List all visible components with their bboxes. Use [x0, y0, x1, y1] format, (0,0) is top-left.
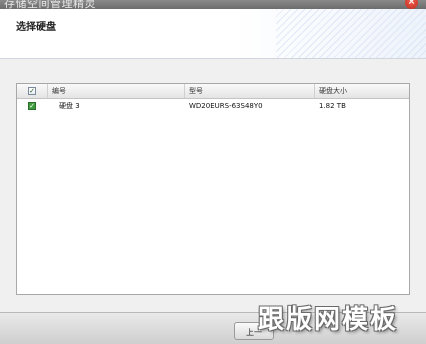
select-all-checkbox[interactable]: ✓: [28, 87, 36, 95]
disk-size: 1.82 TB: [319, 102, 346, 110]
disk-model: WD20EURS-63S48Y0: [189, 102, 263, 110]
table-header: ✓ 编号 型号 硬盘大小: [17, 84, 409, 99]
table-row[interactable]: ✓ 硬盘 3 WD20EURS-63S48Y0 1.82 TB: [17, 99, 409, 113]
disk-id: 硬盘 3: [59, 102, 80, 110]
row-checkbox[interactable]: ✓: [28, 102, 36, 110]
window-titlebar: 存储空间管理精灵 ×: [0, 0, 426, 9]
wizard-body: ✓ 编号 型号 硬盘大小 ✓ 硬盘 3 WD20EURS-63S48Y0 1.8…: [0, 59, 426, 312]
wizard-header: 选择硬盘: [0, 9, 426, 59]
watermark-logo: 跟版网模板: [258, 305, 399, 335]
close-button[interactable]: ×: [405, 0, 418, 9]
column-size[interactable]: 硬盘大小: [315, 84, 409, 98]
column-model[interactable]: 型号: [185, 84, 315, 98]
page-title: 选择硬盘: [16, 22, 56, 33]
disk-table: ✓ 编号 型号 硬盘大小 ✓ 硬盘 3 WD20EURS-63S48Y0 1.8…: [16, 83, 410, 295]
window-title: 存储空间管理精灵: [4, 0, 96, 9]
header-decoration: [276, 9, 426, 58]
column-select: ✓: [17, 84, 48, 98]
column-id[interactable]: 编号: [48, 84, 185, 98]
